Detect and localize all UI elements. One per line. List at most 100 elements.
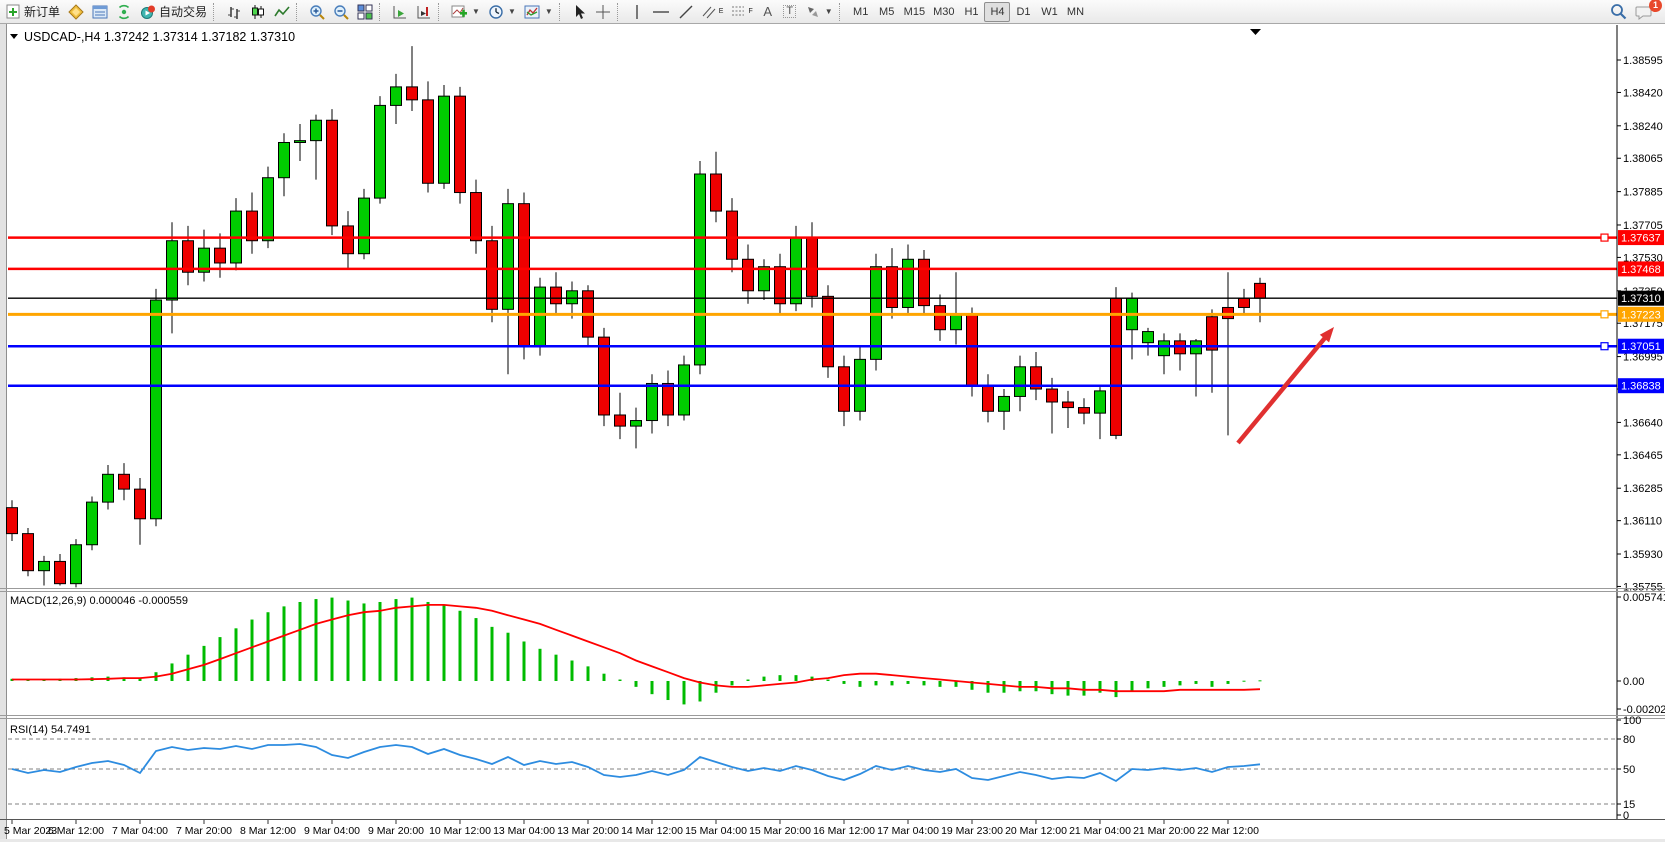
macd-histogram-bar <box>1179 681 1182 685</box>
timeframe-m30-button[interactable]: M30 <box>929 2 958 22</box>
macd-histogram-bar <box>731 681 734 685</box>
rsi-label: RSI(14) 54.7491 <box>10 724 91 736</box>
line-chart-type-button[interactable] <box>270 2 294 22</box>
candlestick-type-button[interactable] <box>246 2 270 22</box>
chart-title: USDCAD-,H4 1.37242 1.37314 1.37182 1.373… <box>24 30 295 44</box>
new-order-button[interactable]: 新订单 <box>2 2 64 22</box>
text-tool-button[interactable]: A <box>757 2 779 22</box>
channel-letter: E <box>719 8 724 15</box>
candle-body <box>151 300 162 519</box>
chart-canvas[interactable]: 1.385951.384201.382401.380651.378851.377… <box>0 24 1665 842</box>
macd-histogram-bar <box>843 681 846 684</box>
chart-background <box>0 24 1665 842</box>
arrows-tool-button[interactable]: ▼ <box>801 2 837 22</box>
candle-body <box>967 315 978 385</box>
macd-histogram-bar <box>1003 681 1006 693</box>
indicators-button[interactable]: ▼ <box>447 2 484 22</box>
timeframe-m15-button[interactable]: M15 <box>900 2 929 22</box>
search-button[interactable] <box>1606 2 1631 22</box>
candle-body <box>631 421 642 427</box>
macd-histogram-bar <box>587 666 590 681</box>
macd-histogram-bar <box>1083 681 1086 696</box>
macd-histogram-bar <box>315 599 318 681</box>
macd-label: MACD(12,26,9) 0.000046 -0.000559 <box>10 595 188 607</box>
timeframe-h1-button[interactable]: H1 <box>958 2 984 22</box>
timeframe-d1-button[interactable]: D1 <box>1010 2 1036 22</box>
candle-body <box>1063 402 1074 408</box>
time-tick-label: 13 Mar 20:00 <box>557 825 619 837</box>
timeframe-h4-button[interactable]: H4 <box>984 2 1010 22</box>
zoom-out-button[interactable] <box>329 2 353 22</box>
macd-histogram-bar <box>907 681 910 684</box>
crosshair-tool-button[interactable] <box>591 2 615 22</box>
signals-button[interactable] <box>112 2 136 22</box>
line-endpoint-marker[interactable] <box>1601 234 1608 241</box>
macd-histogram-bar <box>203 646 206 681</box>
template-icon <box>524 4 541 20</box>
price-tick-label: 1.36465 <box>1623 450 1663 462</box>
macd-histogram-bar <box>667 681 670 700</box>
price-tick-label: 1.38065 <box>1623 153 1663 165</box>
candlestick-icon <box>250 4 266 20</box>
candle-body <box>135 489 146 519</box>
chart-shift-button[interactable] <box>412 2 436 22</box>
candle-body <box>647 383 658 420</box>
market-watch-button[interactable] <box>64 2 88 22</box>
equidistant-channel-tool-button[interactable]: E <box>698 2 728 22</box>
templates-button[interactable]: ▼ <box>520 2 557 22</box>
cursor-tool-button[interactable] <box>568 2 591 22</box>
candle-body <box>359 198 370 254</box>
timeframe-w1-button[interactable]: W1 <box>1036 2 1062 22</box>
bar-chart-type-button[interactable] <box>222 2 246 22</box>
timeframe-mn-button[interactable]: MN <box>1062 2 1088 22</box>
price-badge-label: 1.37468 <box>1621 264 1661 276</box>
fibonacci-icon <box>731 4 745 20</box>
macd-histogram-bar <box>1131 681 1134 691</box>
candle-body <box>439 96 450 183</box>
tile-windows-button[interactable] <box>353 2 377 22</box>
text-label-tool-button[interactable]: T <box>779 2 801 22</box>
candle-body <box>743 259 754 291</box>
horizontal-line-tool-button[interactable] <box>648 2 674 22</box>
timeframe-m5-button[interactable]: M5 <box>874 2 900 22</box>
trendline-tool-button[interactable] <box>674 2 698 22</box>
macd-histogram-bar <box>491 627 494 681</box>
notifications-button[interactable]: 1 <box>1631 2 1657 22</box>
time-tick-label: 9 Mar 20:00 <box>368 825 424 837</box>
macd-histogram-bar <box>1115 681 1118 697</box>
fibonacci-tool-button[interactable]: F <box>727 2 756 22</box>
macd-histogram-bar <box>475 618 478 681</box>
macd-histogram-bar <box>635 681 638 687</box>
vertical-line-tool-button[interactable] <box>626 2 648 22</box>
time-tick-label: 16 Mar 12:00 <box>813 825 875 837</box>
notification-badge: 1 <box>1649 0 1662 12</box>
macd-histogram-bar <box>923 681 926 685</box>
candle-body <box>167 241 178 300</box>
text-tool-letter: A <box>763 5 772 18</box>
toolbar-separator <box>213 3 220 21</box>
timeframe-m1-button[interactable]: M1 <box>848 2 874 22</box>
candle-body <box>263 178 274 241</box>
candle-body <box>247 211 258 241</box>
line-endpoint-marker[interactable] <box>1601 311 1608 318</box>
channel-icon <box>702 4 716 20</box>
auto-scroll-button[interactable] <box>388 2 412 22</box>
periods-button[interactable]: ▼ <box>484 2 520 22</box>
candle-body <box>839 367 850 411</box>
macd-histogram-bar <box>235 628 238 681</box>
candle-body <box>711 174 722 211</box>
macd-histogram-bar <box>875 681 878 685</box>
candle-body <box>23 534 34 571</box>
line-endpoint-marker[interactable] <box>1601 343 1608 350</box>
macd-histogram-bar <box>379 602 382 681</box>
zoom-in-button[interactable] <box>305 2 329 22</box>
toolbar-separator <box>379 3 386 21</box>
data-window-button[interactable] <box>88 2 112 22</box>
auto-trading-button[interactable]: 自动交易 <box>136 2 211 22</box>
candle-body <box>55 561 66 583</box>
candle-body <box>423 100 434 183</box>
tile-windows-icon <box>357 4 373 20</box>
time-tick-label: 21 Mar 20:00 <box>1133 825 1195 837</box>
text-label-letter: T <box>783 5 796 18</box>
macd-histogram-bar <box>395 599 398 681</box>
